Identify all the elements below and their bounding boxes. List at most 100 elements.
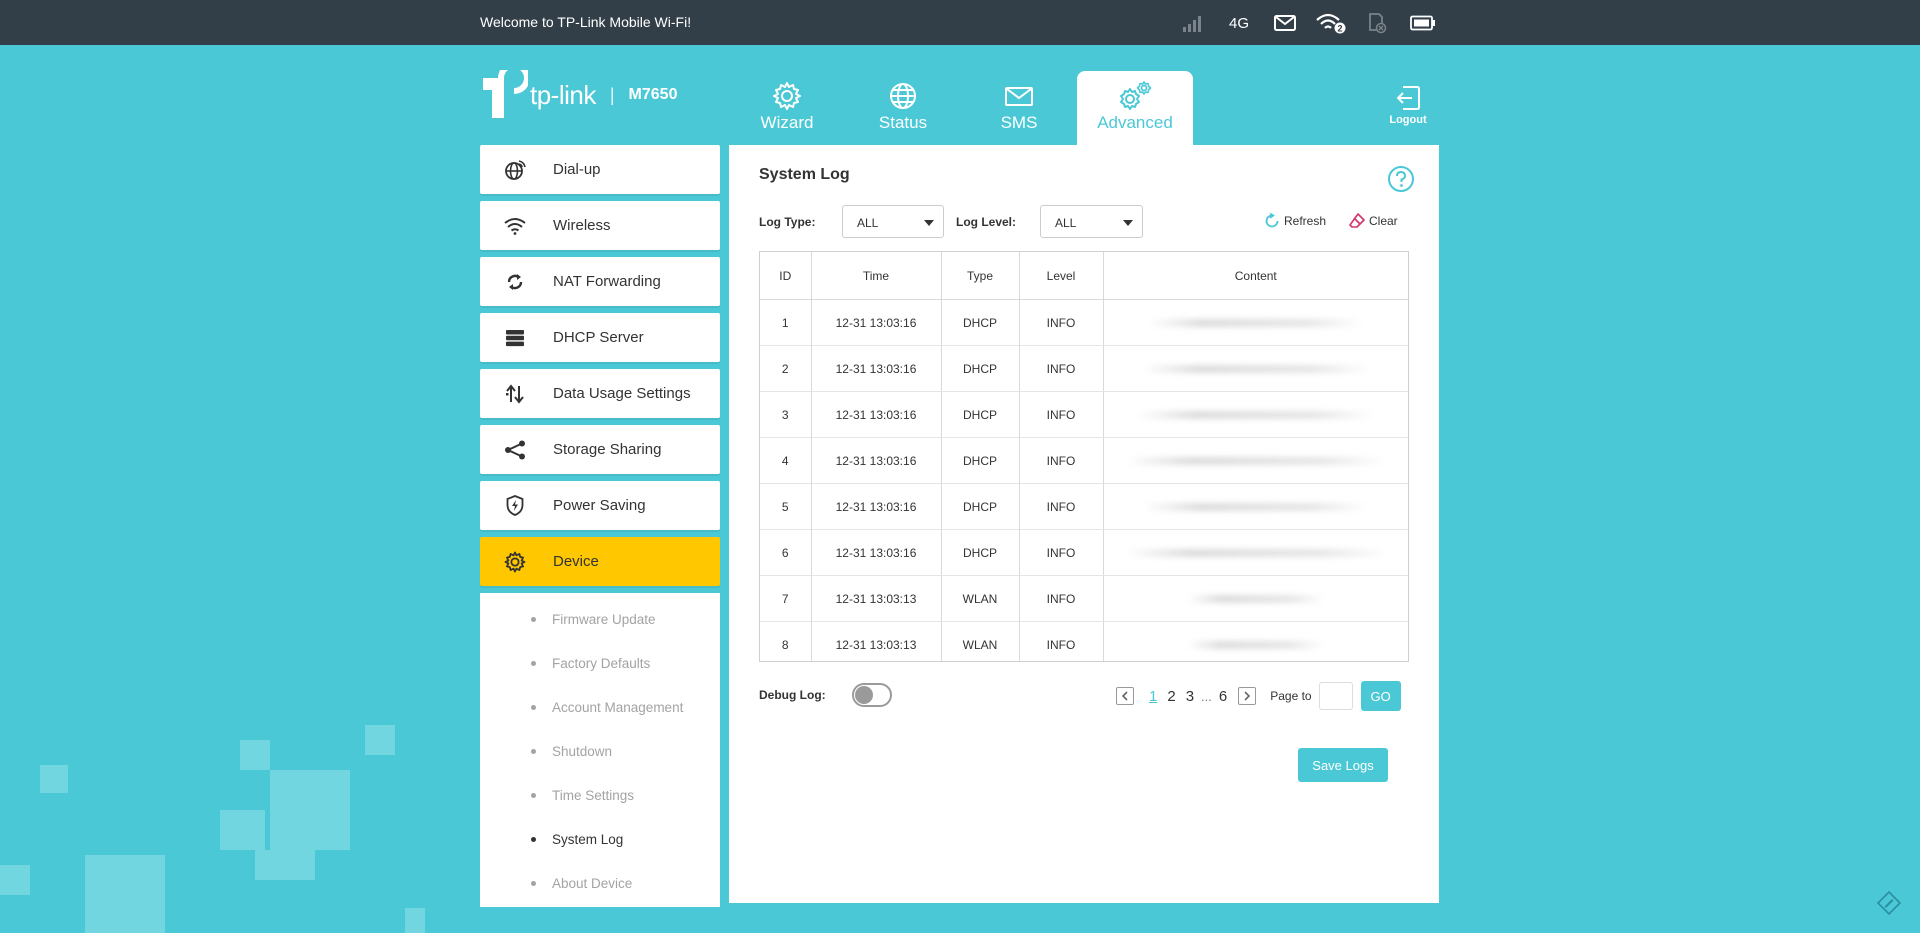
logout-icon xyxy=(1396,86,1420,110)
clear-button[interactable]: Clear xyxy=(1349,213,1398,229)
tab-status[interactable]: Status xyxy=(845,71,961,145)
log-type-value: ALL xyxy=(857,216,879,230)
save-logs-button[interactable]: Save Logs xyxy=(1298,748,1388,782)
gears-icon xyxy=(1120,81,1152,110)
cell-content-redacted xyxy=(1103,483,1408,530)
sidebar-item-power-saving[interactable]: Power Saving xyxy=(480,481,720,530)
submenu-item-shutdown[interactable]: Shutdown xyxy=(480,729,720,773)
help-icon[interactable] xyxy=(1387,165,1415,193)
log-type-select[interactable]: ALL xyxy=(842,205,944,238)
cell-level: INFO xyxy=(1019,437,1104,484)
cell-id: 8 xyxy=(760,621,812,661)
log-level-select[interactable]: ALL xyxy=(1040,205,1143,238)
refresh-icon xyxy=(1265,213,1279,228)
sidebar-item-storage-sharing[interactable]: Storage Sharing xyxy=(480,425,720,474)
sd-card-icon xyxy=(1354,10,1400,36)
next-page-button[interactable] xyxy=(1238,687,1257,705)
column-header-level: Level xyxy=(1019,252,1104,300)
gear-icon xyxy=(773,82,801,110)
sidebar-item-nat-forwarding[interactable]: NAT Forwarding xyxy=(480,257,720,306)
tab-wizard-label: Wizard xyxy=(760,113,814,132)
chevron-down-icon xyxy=(924,220,934,226)
submenu-item-factory-defaults[interactable]: Factory Defaults xyxy=(480,641,720,685)
previous-page-button[interactable] xyxy=(1116,687,1134,705)
device-submenu: Firmware Update Factory Defaults Account… xyxy=(480,593,720,907)
tab-sms-label: SMS xyxy=(1000,113,1038,132)
cell-id: 1 xyxy=(760,299,812,346)
submenu-item-about-device[interactable]: About Device xyxy=(480,861,720,905)
page-link-1[interactable]: 1 xyxy=(1149,688,1157,705)
submenu-item-time-settings[interactable]: Time Settings xyxy=(480,773,720,817)
background-decoration xyxy=(40,765,68,793)
cell-time: 12-31 13:03:16 xyxy=(811,299,942,346)
sidebar-item-wireless[interactable]: Wireless xyxy=(480,201,720,250)
main-nav: Wizard Status SMS Advanced xyxy=(729,71,1193,145)
page-link-2[interactable]: 2 xyxy=(1167,688,1175,705)
cell-time: 12-31 13:03:16 xyxy=(811,529,942,576)
submenu-label: About Device xyxy=(552,875,633,891)
cell-content-redacted xyxy=(1103,391,1408,438)
cell-type: DHCP xyxy=(941,483,1020,530)
envelope-icon xyxy=(1005,87,1033,106)
cell-type: DHCP xyxy=(941,437,1020,484)
page-ellipsis: ... xyxy=(1201,688,1212,704)
column-header-content: Content xyxy=(1103,252,1408,300)
wifi-client-count: 2 xyxy=(1337,24,1342,34)
table-row: 8 12-31 13:03:13 WLAN INFO xyxy=(760,621,1408,661)
background-decoration xyxy=(270,770,350,850)
logout-label: Logout xyxy=(1389,114,1427,126)
submenu-item-system-log[interactable]: System Log xyxy=(480,817,720,861)
redacted-content xyxy=(1126,456,1386,465)
wifi-clients-icon[interactable]: 2 xyxy=(1308,10,1354,36)
shield-bolt-icon xyxy=(503,494,527,518)
refresh-button[interactable]: Refresh xyxy=(1264,213,1326,229)
column-header-type: Type xyxy=(941,252,1020,300)
table-header-row: ID Time Type Level Content xyxy=(760,252,1408,300)
cell-content-redacted xyxy=(1103,529,1408,576)
cell-type: DHCP xyxy=(941,391,1020,438)
cell-time: 12-31 13:03:16 xyxy=(811,391,942,438)
tab-sms[interactable]: SMS xyxy=(961,71,1077,145)
sidebar-item-device[interactable]: Device xyxy=(480,537,720,586)
tab-advanced[interactable]: Advanced xyxy=(1077,71,1193,145)
sidebar-item-label: DHCP Server xyxy=(553,329,644,346)
submenu-item-account-management[interactable]: Account Management xyxy=(480,685,720,729)
sms-mail-icon[interactable] xyxy=(1262,10,1308,36)
globe-icon xyxy=(890,83,916,109)
cell-level: INFO xyxy=(1019,345,1104,392)
debug-log-toggle[interactable] xyxy=(851,683,892,707)
forwarding-icon xyxy=(503,270,527,294)
brand-logo: tp-link | M7650 xyxy=(480,70,677,120)
log-level-label: Log Level: xyxy=(956,215,1017,229)
table-row: 3 12-31 13:03:16 DHCP INFO xyxy=(760,391,1408,438)
chevron-right-icon xyxy=(1244,691,1251,701)
redacted-content xyxy=(1143,502,1369,511)
cell-time: 12-31 13:03:16 xyxy=(811,345,942,392)
cell-content-redacted xyxy=(1103,437,1408,484)
sidebar-item-data-usage-settings[interactable]: Data Usage Settings xyxy=(480,369,720,418)
system-log-panel: System Log Log Type: ALL Log Level: ALL … xyxy=(729,145,1439,903)
page-link-3[interactable]: 3 xyxy=(1186,688,1194,705)
sidebar-item-dial-up[interactable]: Dial-up xyxy=(480,145,720,194)
toggle-knob xyxy=(854,686,873,704)
table-row: 5 12-31 13:03:16 DHCP INFO xyxy=(760,483,1408,530)
signal-strength-icon xyxy=(1170,10,1216,36)
sidebar-item-label: Data Usage Settings xyxy=(553,385,691,402)
edit-icon[interactable] xyxy=(1876,890,1902,916)
tab-status-label: Status xyxy=(878,113,928,132)
page-to-label: Page to xyxy=(1270,689,1312,703)
background-decoration xyxy=(0,865,30,895)
page-link-last[interactable]: 6 xyxy=(1219,688,1227,705)
logout-button[interactable]: Logout xyxy=(1388,85,1428,126)
column-header-id: ID xyxy=(760,252,812,300)
sidebar-item-dhcp-server[interactable]: DHCP Server xyxy=(480,313,720,362)
cell-level: INFO xyxy=(1019,483,1104,530)
tab-wizard[interactable]: Wizard xyxy=(729,71,845,145)
bullet xyxy=(531,748,536,754)
pagination: 1 2 3 ... 6 Page to GO xyxy=(1116,681,1401,711)
submenu-label: Firmware Update xyxy=(552,611,656,627)
go-button[interactable]: GO xyxy=(1360,681,1401,711)
submenu-item-firmware-update[interactable]: Firmware Update xyxy=(480,597,720,641)
page-number-input[interactable] xyxy=(1318,682,1353,710)
background-decoration xyxy=(220,810,265,850)
